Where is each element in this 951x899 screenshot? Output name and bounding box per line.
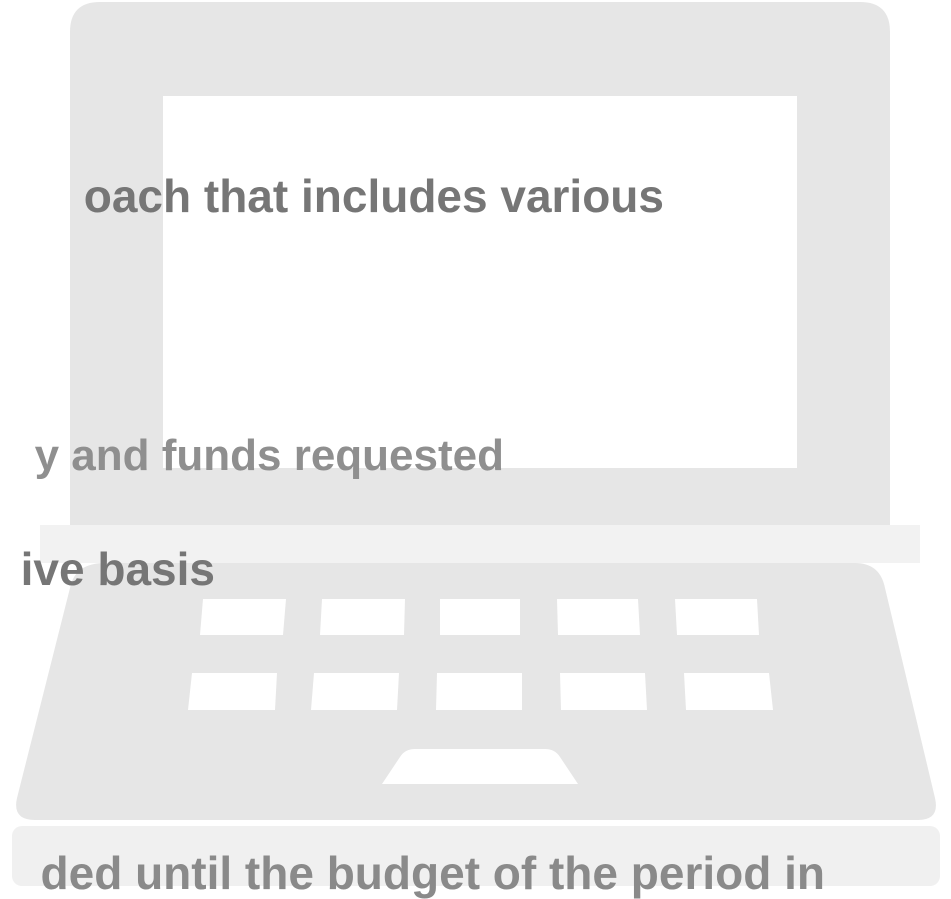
text-line-3: ive basis (20, 543, 215, 595)
key (684, 673, 773, 710)
key (440, 599, 520, 635)
key (557, 599, 640, 635)
text-line-2: y and funds requested (34, 431, 504, 480)
key (675, 599, 759, 635)
key (320, 599, 405, 635)
text-line-4: ded until the budget of the period in (40, 847, 825, 899)
text-line-1: oach that includes various (83, 170, 664, 222)
key (560, 673, 647, 710)
key (311, 673, 399, 710)
key (436, 673, 522, 710)
key (200, 599, 286, 635)
laptop-screen (163, 96, 797, 468)
key (188, 673, 277, 710)
trackpad (382, 749, 578, 784)
